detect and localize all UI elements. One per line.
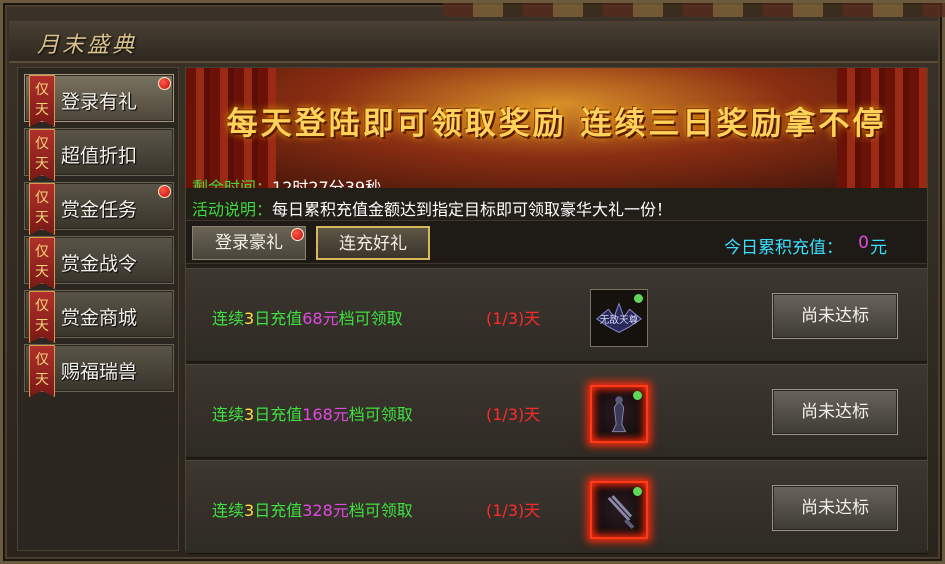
event-window: 月末盛典 仅天 登录有礼 仅天 超值折扣 仅天 赏金任务 仅天 赏金战令 仅天 …	[0, 0, 945, 564]
tier-progress: (1/3)天	[486, 501, 541, 520]
claim-button[interactable]: 尚未达标	[772, 293, 898, 339]
tier-text: 档可领取	[348, 405, 413, 424]
reward-item-slot[interactable]	[590, 481, 648, 539]
item-status-dot	[634, 294, 643, 303]
reward-item-slot[interactable]: 无敌天尊	[590, 289, 648, 347]
tier-text: 连续	[212, 309, 245, 328]
tier-condition: 连续3日充值328元档可领取	[212, 497, 413, 521]
recharge-label: 今日累积充值：	[724, 238, 843, 258]
tier-progress: (1/3)天	[486, 309, 541, 328]
recharge-unit: 元	[870, 238, 887, 258]
item-status-dot	[633, 487, 642, 496]
tab-bar: 登录豪礼 连充好礼 今日累积充值： 0 元	[186, 220, 927, 264]
tab-consecutive-recharge[interactable]: 连充好礼	[316, 226, 430, 260]
time-label: 剩余时间：	[192, 178, 273, 188]
reward-item-name: 无敌天尊	[600, 314, 639, 326]
tier-text: 档可领取	[348, 501, 413, 520]
tab-label: 登录豪礼	[215, 233, 283, 253]
sidebar-item-bounty-shop[interactable]: 仅天 赏金商城	[24, 290, 174, 343]
limited-ribbon: 仅天	[29, 75, 55, 127]
notification-dot-icon	[158, 185, 171, 198]
desc-value: 每日累积充值金额达到指定目标即可领取豪华大礼一份！	[272, 200, 673, 219]
tier-amount: 168元	[302, 405, 349, 424]
sidebar-item-label: 赏金战令	[61, 253, 138, 275]
sidebar-item-bounty-task[interactable]: 仅天 赏金任务	[24, 182, 174, 235]
limited-ribbon: 仅天	[29, 183, 55, 235]
desc-label: 活动说明：	[192, 200, 273, 219]
sidebar-item-label: 赏金商城	[61, 307, 138, 329]
recharge-value: 0	[858, 233, 869, 253]
sidebar-item-login-gift[interactable]: 仅天 登录有礼	[24, 74, 174, 127]
tier-condition: 连续3日充值168元档可领取	[212, 401, 413, 425]
tab-login-gift[interactable]: 登录豪礼	[192, 226, 306, 260]
tab-label: 连充好礼	[339, 234, 407, 254]
notification-dot-icon	[158, 77, 171, 90]
tier-text: 连续	[212, 501, 245, 520]
sidebar-item-label: 赏金任务	[61, 199, 138, 221]
reward-tier-row: 连续3日充值68元档可领取 (1/3)天 无敌天尊 尚未达标	[186, 268, 927, 362]
tier-text: 连续	[212, 405, 245, 424]
event-description: 活动说明：每日累积充值金额达到指定目标即可领取豪华大礼一份！	[192, 196, 672, 220]
time-remaining: 剩余时间：12时27分39秒	[192, 174, 381, 188]
sidebar-item-bounty-pass[interactable]: 仅天 赏金战令	[24, 236, 174, 289]
notification-dot-icon	[291, 228, 304, 241]
tier-progress: (1/3)天	[486, 405, 541, 424]
sidebar-item-label: 登录有礼	[61, 91, 138, 113]
tier-amount: 68元	[302, 309, 339, 328]
tier-condition: 连续3日充值68元档可领取	[212, 305, 403, 329]
top-decoration	[443, 3, 945, 17]
event-banner: 每天登陆即可领取奖励 连续三日奖励拿不停 剩余时间：12时27分39秒	[186, 68, 927, 188]
sidebar-item-blessing-beast[interactable]: 仅天 赐福瑞兽	[24, 344, 174, 397]
limited-ribbon: 仅天	[29, 237, 55, 289]
tier-text: 日充值	[254, 309, 303, 328]
reward-item-slot[interactable]	[590, 385, 648, 443]
tier-text: 档可领取	[338, 309, 403, 328]
tier-days: 3	[244, 501, 255, 520]
sidebar-item-label: 超值折扣	[61, 145, 138, 167]
sidebar-item-discount[interactable]: 仅天 超值折扣	[24, 128, 174, 181]
claim-button[interactable]: 尚未达标	[772, 389, 898, 435]
sidebar: 仅天 登录有礼 仅天 超值折扣 仅天 赏金任务 仅天 赏金战令 仅天 赏金商城 …	[17, 67, 179, 551]
limited-ribbon: 仅天	[29, 291, 55, 343]
title-bar: 月末盛典	[9, 21, 938, 63]
limited-ribbon: 仅天	[29, 345, 55, 397]
claim-button[interactable]: 尚未达标	[772, 485, 898, 531]
main-panel: 每天登陆即可领取奖励 连续三日奖励拿不停 剩余时间：12时27分39秒 活动说明…	[185, 67, 928, 554]
reward-tier-row: 连续3日充值168元档可领取 (1/3)天 尚未达标	[186, 364, 927, 458]
tier-days: 3	[244, 405, 255, 424]
window-title: 月末盛典	[37, 33, 138, 58]
time-value: 12时27分39秒	[272, 178, 382, 188]
reward-tier-row: 连续3日充值328元档可领取 (1/3)天 尚未达标	[186, 460, 927, 554]
item-status-dot	[633, 391, 642, 400]
sidebar-item-label: 赐福瑞兽	[61, 361, 138, 383]
banner-slogan: 每天登陆即可领取奖励 连续三日奖励拿不停	[226, 106, 887, 142]
tier-amount: 328元	[302, 501, 349, 520]
tier-days: 3	[244, 309, 255, 328]
tier-text: 日充值	[254, 405, 303, 424]
limited-ribbon: 仅天	[29, 129, 55, 181]
tier-text: 日充值	[254, 501, 303, 520]
